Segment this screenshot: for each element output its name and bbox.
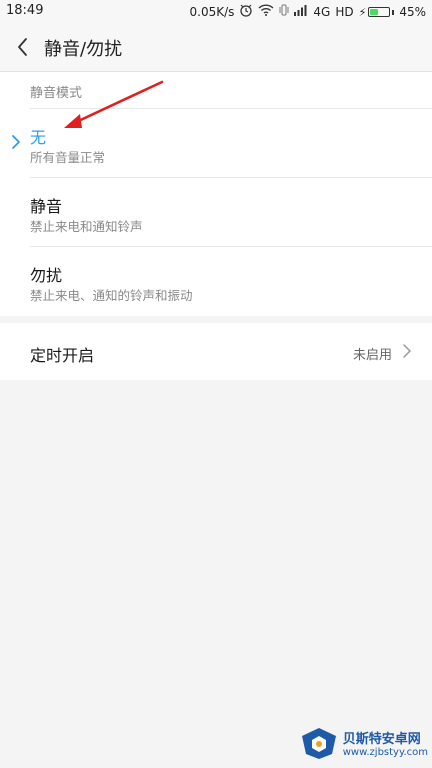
battery-percent: 45% xyxy=(399,5,426,19)
signal-icon xyxy=(294,4,308,20)
chevron-right-icon xyxy=(9,133,23,155)
network-type: 4G xyxy=(313,5,331,19)
vibrate-icon xyxy=(279,4,289,20)
section-label: 静音模式 xyxy=(30,86,83,101)
net-speed: 0.05K/s xyxy=(189,5,235,19)
mode-title: 静音 xyxy=(30,197,63,216)
mode-subtitle: 所有音量正常 xyxy=(30,150,106,165)
page-title: 静音/勿扰 xyxy=(44,39,123,60)
schedule-label: 定时开启 xyxy=(30,346,95,365)
wifi-icon xyxy=(258,4,274,20)
mode-title: 无 xyxy=(30,128,47,147)
status-bar: 18:49 0.05K/s 4G HD ⚡ 45% xyxy=(0,0,432,24)
chevron-left-icon xyxy=(10,38,36,64)
title-bar: 静音/勿扰 xyxy=(0,24,432,72)
mode-option-dnd[interactable]: 勿扰 禁止来电、通知的铃声和振动 xyxy=(0,247,432,316)
back-button[interactable] xyxy=(10,34,36,60)
watermark-title: 贝斯特安卓网 xyxy=(342,731,421,747)
watermark: 贝斯特安卓网 www.zjbstyy.com xyxy=(299,726,428,764)
mode-subtitle: 禁止来电和通知铃声 xyxy=(30,219,143,234)
battery-icon: ⚡ xyxy=(359,6,395,19)
mode-title: 勿扰 xyxy=(30,266,63,285)
chevron-right-icon xyxy=(402,343,412,363)
alarm-icon xyxy=(239,3,253,21)
watermark-url: www.zjbstyy.com xyxy=(342,746,428,758)
mode-option-none[interactable]: 无 所有音量正常 xyxy=(0,109,432,177)
status-icons: 0.05K/s 4G HD ⚡ 45% xyxy=(189,3,426,21)
charging-icon: ⚡ xyxy=(358,5,367,19)
mode-option-silent[interactable]: 静音 禁止来电和通知铃声 xyxy=(0,178,432,246)
status-time: 18:49 xyxy=(6,3,44,18)
schedule-row[interactable]: 定时开启 未启用 xyxy=(0,323,432,380)
schedule-value: 未启用 xyxy=(352,348,392,363)
hd-badge: HD xyxy=(335,5,354,19)
watermark-logo-icon xyxy=(299,726,339,764)
mode-subtitle: 禁止来电、通知的铃声和振动 xyxy=(30,288,193,303)
